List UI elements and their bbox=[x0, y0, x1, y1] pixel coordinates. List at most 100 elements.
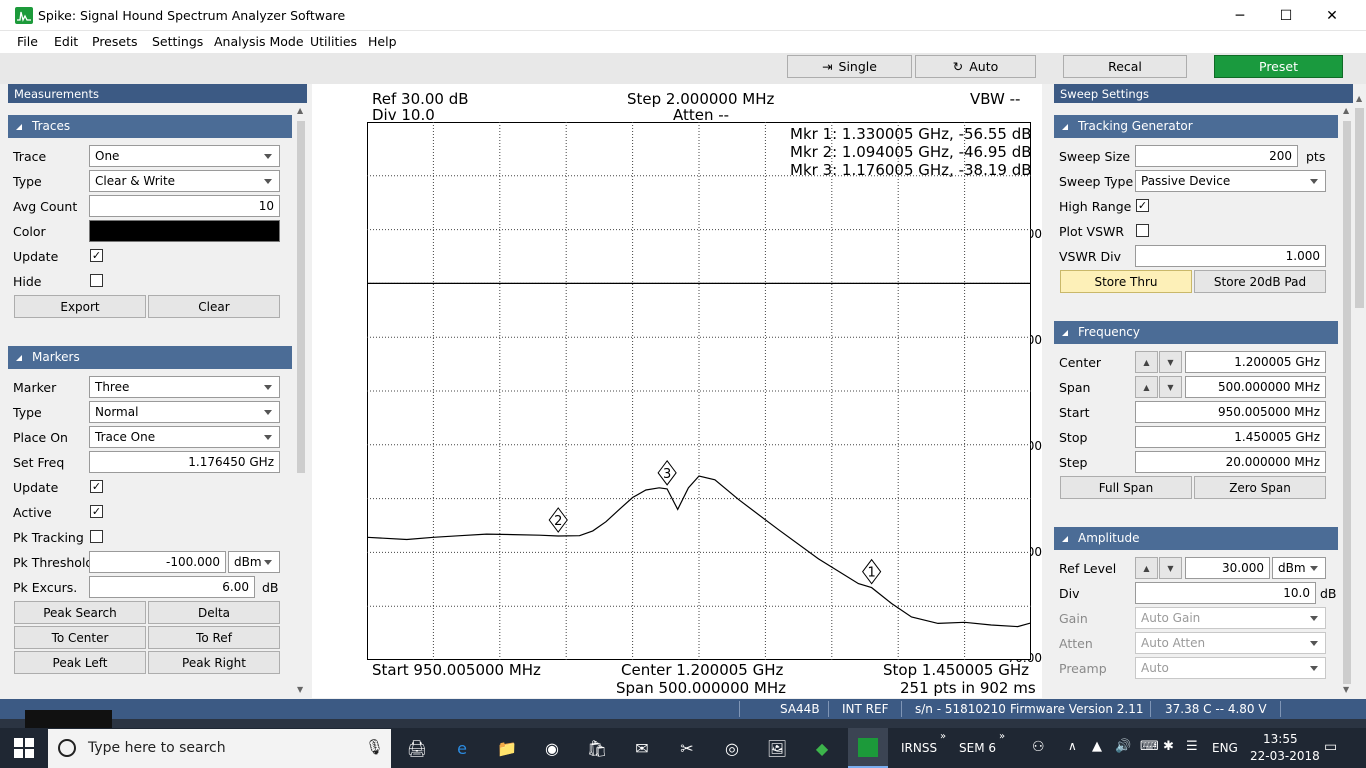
menu-edit[interactable]: Edit bbox=[54, 34, 78, 49]
ref-level-down-button[interactable]: ▼ bbox=[1159, 557, 1182, 579]
trace-select[interactable]: One bbox=[89, 145, 280, 167]
trace-update-checkbox[interactable]: ✓ bbox=[90, 249, 103, 262]
pk-tracking-checkbox[interactable] bbox=[90, 530, 103, 543]
high-range-checkbox[interactable]: ✓ bbox=[1136, 199, 1149, 212]
traces-section-header[interactable]: Traces bbox=[8, 115, 292, 138]
sem-taskbar-label[interactable]: SEM 6 bbox=[959, 741, 996, 755]
preset-button[interactable]: Preset bbox=[1214, 55, 1343, 78]
scroll-up-icon[interactable]: ▲ bbox=[1356, 94, 1362, 103]
markers-section-header[interactable]: Markers bbox=[8, 346, 292, 369]
span-down-button[interactable]: ▼ bbox=[1159, 376, 1182, 398]
app-icon-1[interactable]: 🖨 bbox=[405, 736, 429, 760]
step-input[interactable]: 20.000000 MHz bbox=[1135, 451, 1326, 473]
marker-update-checkbox[interactable]: ✓ bbox=[90, 480, 103, 493]
scroll-thumb[interactable] bbox=[1355, 108, 1364, 308]
preamp-select[interactable]: Auto bbox=[1135, 657, 1326, 679]
app-icon-2[interactable]: ◉ bbox=[540, 736, 564, 760]
left-panel-scrollbar[interactable]: ▲ ▼ bbox=[295, 103, 307, 699]
photos-icon[interactable]: 🖼 bbox=[765, 736, 789, 760]
pk-threshold-input[interactable]: -100.000 bbox=[89, 551, 226, 573]
scroll-up-icon[interactable]: ▲ bbox=[1343, 106, 1349, 115]
peak-search-button[interactable]: Peak Search bbox=[14, 601, 146, 624]
ref-level-unit-select[interactable]: dBm bbox=[1272, 557, 1326, 579]
start-freq-input[interactable]: 950.005000 MHz bbox=[1135, 401, 1326, 423]
sweep-size-input[interactable]: 200 bbox=[1135, 145, 1298, 167]
window-scrollbar[interactable]: ▲ bbox=[1353, 84, 1366, 699]
volume-icon[interactable]: 🔊 bbox=[1115, 739, 1131, 754]
spike-taskbar-button[interactable] bbox=[848, 728, 888, 768]
delta-button[interactable]: Delta bbox=[148, 601, 280, 624]
gain-select[interactable]: Auto Gain bbox=[1135, 607, 1326, 629]
minimize-button[interactable]: ─ bbox=[1217, 0, 1263, 31]
export-button[interactable]: Export bbox=[14, 295, 146, 318]
plot-vswr-checkbox[interactable] bbox=[1136, 224, 1149, 237]
center-down-button[interactable]: ▼ bbox=[1159, 351, 1182, 373]
taskbar-search-box[interactable]: Type here to search 🎙 bbox=[48, 729, 391, 768]
marker-type-select[interactable]: Normal bbox=[89, 401, 280, 423]
notification-icon[interactable]: ▭ bbox=[1324, 739, 1337, 755]
stop-freq-input[interactable]: 1.450005 GHz bbox=[1135, 426, 1326, 448]
menu-file[interactable]: File bbox=[17, 34, 38, 49]
app-icon-4[interactable]: ◆ bbox=[810, 736, 834, 760]
file-explorer-icon[interactable]: 📁 bbox=[495, 736, 519, 760]
chrome-icon[interactable]: ◎ bbox=[720, 736, 744, 760]
close-button[interactable]: ✕ bbox=[1309, 0, 1355, 31]
menu-help[interactable]: Help bbox=[368, 34, 397, 49]
recal-button[interactable]: Recal bbox=[1063, 55, 1187, 78]
store-thru-button[interactable]: Store Thru bbox=[1060, 270, 1192, 293]
frequency-section-header[interactable]: Frequency bbox=[1054, 321, 1338, 344]
peak-right-button[interactable]: Peak Right bbox=[148, 651, 280, 674]
place-on-select[interactable]: Trace One bbox=[89, 426, 280, 448]
menu-analysis-mode[interactable]: Analysis Mode bbox=[214, 34, 304, 49]
pk-threshold-unit-select[interactable]: dBm bbox=[228, 551, 280, 573]
span-input[interactable]: 500.000000 MHz bbox=[1185, 376, 1326, 398]
center-freq-input[interactable]: 1.200005 GHz bbox=[1185, 351, 1326, 373]
scroll-down-icon[interactable]: ▼ bbox=[297, 685, 303, 694]
irnss-taskbar-label[interactable]: IRNSS bbox=[901, 741, 937, 755]
menu-settings[interactable]: Settings bbox=[152, 34, 203, 49]
scroll-down-icon[interactable]: ▼ bbox=[1343, 685, 1349, 694]
to-center-button[interactable]: To Center bbox=[14, 626, 146, 649]
ref-level-up-button[interactable]: ▲ bbox=[1135, 557, 1158, 579]
keyboard-icon[interactable]: ⌨ bbox=[1140, 739, 1159, 754]
chevron-icon[interactable]: » bbox=[940, 731, 946, 742]
hide-checkbox[interactable] bbox=[90, 274, 103, 287]
menu-utilities[interactable]: Utilities bbox=[310, 34, 357, 49]
peak-left-button[interactable]: Peak Left bbox=[14, 651, 146, 674]
chevron-icon[interactable]: » bbox=[999, 731, 1005, 742]
zero-span-button[interactable]: Zero Span bbox=[1194, 476, 1326, 499]
span-up-button[interactable]: ▲ bbox=[1135, 376, 1158, 398]
right-panel-scrollbar[interactable]: ▲ ▼ bbox=[1341, 103, 1353, 699]
microphone-icon[interactable]: 🎙 bbox=[365, 738, 384, 756]
network-icon[interactable]: ☰ bbox=[1186, 739, 1198, 754]
app-icon-3[interactable]: ✂ bbox=[675, 736, 699, 760]
trace-type-select[interactable]: Clear & Write bbox=[89, 170, 280, 192]
pk-excurs-input[interactable]: 6.00 bbox=[89, 576, 255, 598]
language-indicator[interactable]: ENG bbox=[1212, 741, 1238, 755]
amp-div-input[interactable]: 10.0 bbox=[1135, 582, 1316, 604]
auto-button[interactable]: ↻ Auto bbox=[915, 55, 1036, 78]
to-ref-button[interactable]: To Ref bbox=[148, 626, 280, 649]
maximize-button[interactable]: ☐ bbox=[1263, 0, 1309, 31]
marker-select[interactable]: Three bbox=[89, 376, 280, 398]
scroll-up-icon[interactable]: ▲ bbox=[297, 106, 303, 115]
scroll-thumb[interactable] bbox=[1343, 121, 1351, 684]
clear-button[interactable]: Clear bbox=[148, 295, 280, 318]
single-button[interactable]: ⇥ Single bbox=[787, 55, 912, 78]
edge-browser-icon[interactable]: e bbox=[450, 736, 474, 760]
menu-presets[interactable]: Presets bbox=[92, 34, 138, 49]
vswr-div-input[interactable]: 1.000 bbox=[1135, 245, 1326, 267]
center-up-button[interactable]: ▲ bbox=[1135, 351, 1158, 373]
set-freq-input[interactable]: 1.176450 GHz bbox=[89, 451, 280, 473]
sweep-type-select[interactable]: Passive Device bbox=[1135, 170, 1326, 192]
atten-select[interactable]: Auto Atten bbox=[1135, 632, 1326, 654]
chevron-up-icon[interactable]: ∧ bbox=[1068, 739, 1077, 753]
store-icon[interactable]: 🛍 bbox=[585, 736, 609, 760]
avg-count-input[interactable]: 10 bbox=[89, 195, 280, 217]
trace-color-swatch[interactable] bbox=[89, 220, 280, 242]
tray-icon[interactable]: ▲ bbox=[1092, 739, 1102, 754]
active-checkbox[interactable]: ✓ bbox=[90, 505, 103, 518]
clock-time[interactable]: 13:55 bbox=[1263, 732, 1298, 746]
clock-date[interactable]: 22-03-2018 bbox=[1250, 749, 1320, 763]
spectrum-graticule[interactable]: 1 2 3 bbox=[367, 122, 1031, 660]
